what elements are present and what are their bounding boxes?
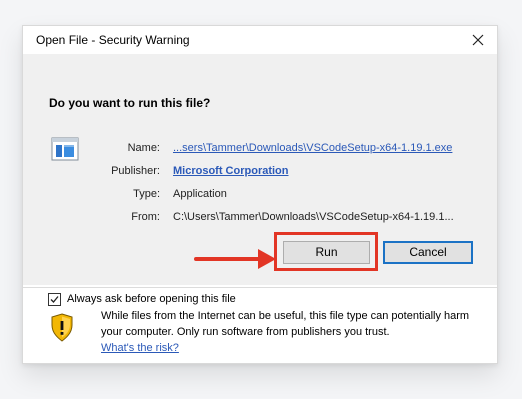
type-label: Type: [133,188,160,200]
always-ask-label: Always ask before opening this file [67,293,236,305]
from-label: From: [131,211,160,223]
security-warning-text: While files from the Internet can be use… [101,308,481,356]
from-value: C:\Users\Tammer\Downloads\VSCodeSetup-x6… [173,211,454,223]
whats-the-risk-link[interactable]: What's the risk? [101,342,179,354]
window-title: Open File - Security Warning [36,33,190,47]
warning-shield-icon [51,313,73,342]
check-icon [50,295,59,303]
cancel-button[interactable]: Cancel [383,241,473,264]
always-ask-checkbox-row[interactable]: Always ask before opening this file [48,290,236,308]
close-icon [472,34,484,46]
close-button[interactable] [467,29,489,51]
run-question: Do you want to run this file? [49,96,211,110]
section-divider [23,287,497,288]
title-bar: Open File - Security Warning [23,26,497,54]
run-button[interactable]: Run [283,241,370,264]
type-value: Application [173,188,227,200]
name-label: Name: [127,142,160,154]
dialog-content: Do you want to run this file? Name: ...s… [23,54,497,306]
security-warning-dialog: Open File - Security Warning Do you want… [22,25,498,364]
warning-message: While files from the Internet can be use… [101,310,470,338]
always-ask-checkbox[interactable] [48,292,61,306]
publisher-link[interactable]: Microsoft Corporation [173,165,489,177]
red-arrow-icon [194,249,276,269]
file-name-link[interactable]: ...sers\Tammer\Downloads\VSCodeSetup-x64… [173,142,489,154]
publisher-label: Publisher: [111,165,160,177]
